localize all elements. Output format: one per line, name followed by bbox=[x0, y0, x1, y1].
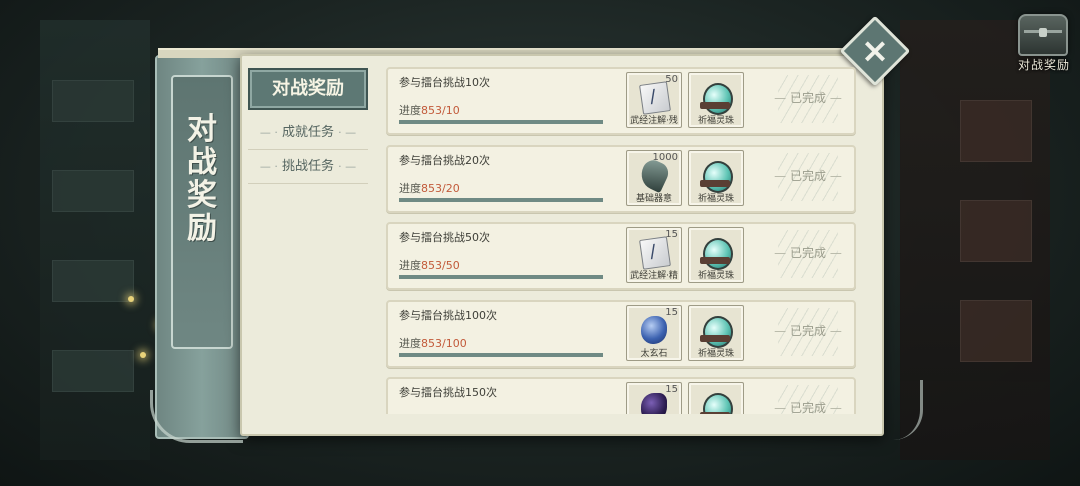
progress-bar bbox=[399, 353, 603, 357]
banner-char: 励 bbox=[187, 211, 217, 246]
reward-name: 武经注解·残 bbox=[630, 116, 678, 126]
dash-right-icon: · — bbox=[338, 160, 357, 173]
background-window bbox=[960, 200, 1032, 262]
progress-bar-fill bbox=[399, 275, 603, 279]
tab-label: 成就任务 bbox=[281, 125, 334, 140]
reward-name: 祈福灵珠 bbox=[697, 194, 734, 204]
tab-label: 对战奖励 bbox=[272, 78, 344, 99]
task-card: 参与擂台挑战50次 进度853/50 15 武经注解·精 祈福灵珠 已完成 bbox=[386, 222, 856, 290]
banner-char: 对 bbox=[187, 112, 217, 147]
progress-value: 853/20 bbox=[421, 182, 460, 195]
task-progress: 进度853/20 bbox=[399, 180, 460, 196]
spirit-pearl-icon bbox=[700, 316, 733, 348]
reward-count: 15 bbox=[665, 229, 678, 240]
tab-achievement-task[interactable]: — · 成就任务 · — bbox=[248, 116, 368, 150]
scroll-card-icon bbox=[639, 81, 671, 115]
reward-item[interactable]: 15 太玄石 bbox=[626, 305, 682, 361]
background-window bbox=[52, 350, 134, 392]
banner-char: 奖 bbox=[187, 178, 217, 213]
progress-prefix: 进度 bbox=[399, 182, 421, 195]
task-card: 参与擂台挑战10次 进度853/10 50 武经注解·残 祈福灵珠 已完成 bbox=[386, 67, 856, 135]
dash-left-icon: — · bbox=[259, 126, 278, 139]
tab-challenge-task[interactable]: — · 挑战任务 · — bbox=[248, 150, 368, 184]
reward-count: 50 bbox=[665, 74, 678, 85]
task-card: 参与擂台挑战150次 15 已完成 bbox=[386, 377, 856, 414]
firefly-light bbox=[140, 352, 146, 358]
reward-item[interactable]: 祈福灵珠 bbox=[688, 305, 744, 361]
reward-item[interactable]: 15 武经注解·精 bbox=[626, 227, 682, 283]
task-title: 参与擂台挑战100次 bbox=[399, 309, 497, 322]
progress-value: 853/50 bbox=[421, 259, 460, 272]
reward-count: 15 bbox=[665, 384, 678, 395]
background-window bbox=[960, 300, 1032, 362]
dash-right-icon: · — bbox=[338, 126, 357, 139]
reward-name: 太玄石 bbox=[640, 349, 668, 359]
task-progress: 进度853/10 bbox=[399, 102, 460, 118]
banner-title: 对 战 奖 励 bbox=[173, 113, 231, 245]
dash-left-icon: — · bbox=[259, 160, 278, 173]
progress-bar bbox=[399, 198, 603, 202]
spirit-pearl-icon bbox=[700, 393, 733, 414]
background-window bbox=[52, 260, 134, 302]
title-banner-frame: 对 战 奖 励 bbox=[171, 75, 233, 349]
progress-prefix: 进度 bbox=[399, 259, 421, 272]
task-card: 参与擂台挑战20次 进度853/20 1000 基础器意 祈福灵珠 已完成 bbox=[386, 145, 856, 213]
reward-item[interactable]: 15 bbox=[626, 382, 682, 414]
progress-bar-fill bbox=[399, 353, 603, 357]
progress-bar bbox=[399, 275, 603, 279]
reward-item[interactable]: 祈福灵珠 bbox=[688, 227, 744, 283]
reward-count: 1000 bbox=[652, 152, 678, 163]
reward-item[interactable]: 1000 基础器意 bbox=[626, 150, 682, 206]
reward-item[interactable]: 50 武经注解·残 bbox=[626, 72, 682, 128]
task-title: 参与擂台挑战50次 bbox=[399, 231, 490, 244]
completed-status: 已完成 bbox=[768, 244, 848, 261]
reward-name: 基础器意 bbox=[635, 194, 672, 204]
treasure-chest-icon bbox=[1018, 14, 1068, 56]
scroll-card-icon bbox=[639, 236, 671, 270]
task-progress: 进度853/100 bbox=[399, 335, 467, 351]
progress-prefix: 进度 bbox=[399, 104, 421, 117]
reward-item[interactable]: 祈福灵珠 bbox=[688, 72, 744, 128]
reward-name: 祈福灵珠 bbox=[697, 116, 734, 126]
background-window bbox=[960, 100, 1032, 162]
progress-prefix: 进度 bbox=[399, 337, 421, 350]
completed-status: 已完成 bbox=[768, 89, 848, 106]
tab-battle-reward[interactable]: 对战奖励 bbox=[248, 68, 368, 110]
task-title: 参与擂台挑战10次 bbox=[399, 76, 490, 89]
spirit-pearl-icon bbox=[700, 238, 733, 270]
reward-name: 武经注解·精 bbox=[630, 271, 678, 281]
task-title: 参与擂台挑战150次 bbox=[399, 386, 497, 399]
task-progress: 进度853/50 bbox=[399, 257, 460, 273]
task-list[interactable]: 参与擂台挑战10次 进度853/10 50 武经注解·残 祈福灵珠 已完成 参与… bbox=[382, 64, 860, 414]
reward-count: 15 bbox=[665, 307, 678, 318]
firefly-light bbox=[128, 296, 134, 302]
title-banner: 对 战 奖 励 bbox=[155, 55, 249, 439]
battle-reward-chest-button[interactable]: 对战奖励 bbox=[1012, 10, 1072, 72]
background-building-left bbox=[40, 20, 150, 460]
reward-name: 祈福灵珠 bbox=[697, 349, 734, 359]
spirit-pearl-icon bbox=[700, 161, 733, 193]
dark-crystal-icon bbox=[641, 393, 667, 414]
progress-bar-fill bbox=[399, 198, 603, 202]
banner-char: 战 bbox=[187, 145, 217, 180]
blue-stone-icon bbox=[641, 316, 667, 344]
chest-label: 对战奖励 bbox=[1017, 58, 1070, 72]
tab-label: 挑战任务 bbox=[281, 159, 334, 174]
progress-value: 853/100 bbox=[421, 337, 467, 350]
reward-item[interactable]: 祈福灵珠 bbox=[688, 150, 744, 206]
task-title: 参与擂台挑战20次 bbox=[399, 154, 490, 167]
task-card: 参与擂台挑战100次 进度853/100 15 太玄石 祈福灵珠 已完成 bbox=[386, 300, 856, 368]
completed-status: 已完成 bbox=[768, 167, 848, 184]
progress-bar bbox=[399, 120, 603, 124]
reward-name: 祈福灵珠 bbox=[697, 271, 734, 281]
progress-bar-fill bbox=[399, 120, 603, 124]
progress-value: 853/10 bbox=[421, 104, 460, 117]
background-window bbox=[52, 170, 134, 212]
completed-status: 已完成 bbox=[768, 322, 848, 339]
background-window bbox=[52, 80, 134, 122]
completed-status: 已完成 bbox=[768, 399, 848, 414]
reward-item[interactable] bbox=[688, 382, 744, 414]
tab-sidebar: 对战奖励 — · 成就任务 · — — · 挑战任务 · — bbox=[248, 68, 368, 184]
spirit-pearl-icon bbox=[700, 83, 733, 115]
